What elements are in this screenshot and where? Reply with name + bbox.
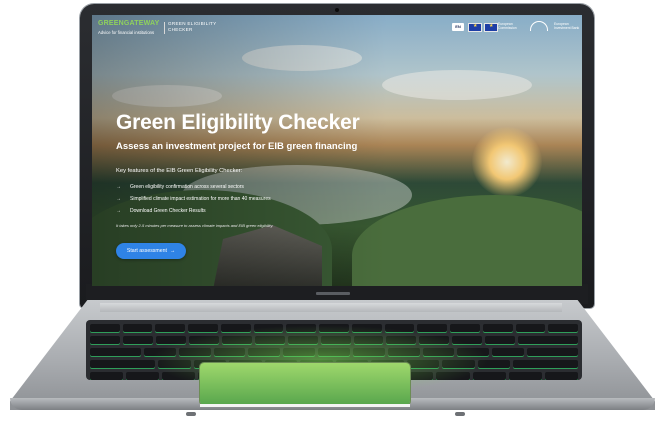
logo-wordmark[interactable]: GREENGATEWAY (98, 20, 160, 27)
time-note: It takes only 2-5 minutes per measure to… (116, 223, 274, 228)
webcam (335, 8, 339, 12)
header-divider (164, 22, 165, 34)
eu-flag-icon (484, 23, 498, 32)
front-edge-highlight (200, 404, 410, 407)
hero-title: Green Eligibility Checker (116, 111, 360, 134)
laptop-brand-logo (316, 292, 350, 295)
arrow-right-icon: → (116, 196, 121, 202)
screen: GREENGATEWAY Advice for financial instit… (92, 15, 582, 286)
eu-flag-icon (468, 23, 482, 32)
feature-item: → Simplified climate impact estimation fo… (116, 196, 271, 202)
hero-subtitle: Assess an investment project for EIB gre… (116, 141, 358, 152)
eib-label: European Investment Bank (554, 22, 580, 30)
feature-item: → Green eligibility confirmation across s… (116, 184, 244, 190)
laptop-foot (186, 412, 196, 416)
laptop-hinge (100, 303, 562, 312)
features-heading: Key features of the EIB Green Eligibilit… (116, 168, 243, 174)
european-commission-label: European Commission (498, 22, 517, 30)
start-assessment-label: Start assessment (126, 248, 167, 254)
feature-text: Green eligibility confirmation across se… (130, 184, 244, 190)
language-selector[interactable]: EN (452, 23, 464, 31)
arrow-right-icon: → (116, 184, 121, 190)
feature-text: Download Green Checker Results (130, 208, 206, 214)
touchpad (200, 363, 410, 405)
feature-item: → Download Green Checker Results (116, 208, 206, 214)
feature-text: Simplified climate impact estimation for… (130, 196, 271, 202)
start-assessment-button[interactable]: Start assessment → (116, 243, 186, 259)
arrow-right-icon: → (116, 208, 121, 214)
laptop-foot (455, 412, 465, 416)
logo-tagline: Advice for financial institutions (98, 30, 155, 35)
app-name: GREEN ELIGIBILITY CHECKER (168, 21, 217, 32)
arrow-right-icon: → (169, 248, 176, 254)
